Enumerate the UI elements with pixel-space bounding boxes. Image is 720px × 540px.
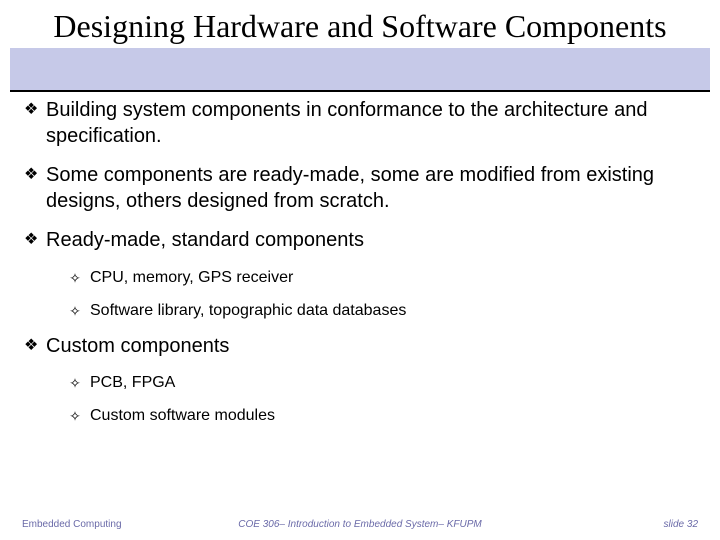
bullet-item: ❖ Some components are ready-made, some a… — [24, 163, 696, 214]
cross-icon: ✧ — [68, 268, 82, 288]
sub-item: ✧ Software library, topographic data dat… — [68, 301, 696, 322]
slide-footer: Embedded Computing COE 306– Introduction… — [0, 510, 720, 530]
diamond-icon: ❖ — [24, 334, 38, 358]
diamond-icon: ❖ — [24, 98, 38, 122]
bullet-item: ❖ Ready-made, standard components — [24, 228, 696, 254]
sub-item: ✧ PCB, FPGA — [68, 373, 696, 394]
bullet-text: Building system components in conformanc… — [46, 98, 696, 149]
sub-text: PCB, FPGA — [90, 373, 175, 394]
slide-title: Designing Hardware and Software Componen… — [0, 8, 720, 45]
sub-item: ✧ Custom software modules — [68, 406, 696, 427]
sub-text: Software library, topographic data datab… — [90, 301, 406, 322]
diamond-icon: ❖ — [24, 228, 38, 252]
bullet-text: Ready-made, standard components — [46, 228, 364, 254]
sub-text: CPU, memory, GPS receiver — [90, 268, 293, 289]
footer-center: COE 306– Introduction to Embedded System… — [0, 519, 720, 530]
slide-body: ❖ Building system components in conforma… — [24, 98, 696, 439]
bullet-item: ❖ Building system components in conforma… — [24, 98, 696, 149]
title-background-band — [10, 48, 710, 90]
cross-icon: ✧ — [68, 373, 82, 393]
footer-right: slide 32 — [664, 519, 698, 530]
bullet-item: ❖ Custom components — [24, 334, 696, 360]
bullet-text: Custom components — [46, 334, 229, 360]
cross-icon: ✧ — [68, 406, 82, 426]
diamond-icon: ❖ — [24, 163, 38, 187]
cross-icon: ✧ — [68, 301, 82, 321]
title-underline — [10, 90, 710, 92]
sub-item: ✧ CPU, memory, GPS receiver — [68, 268, 696, 289]
sub-text: Custom software modules — [90, 406, 275, 427]
bullet-text: Some components are ready-made, some are… — [46, 163, 696, 214]
